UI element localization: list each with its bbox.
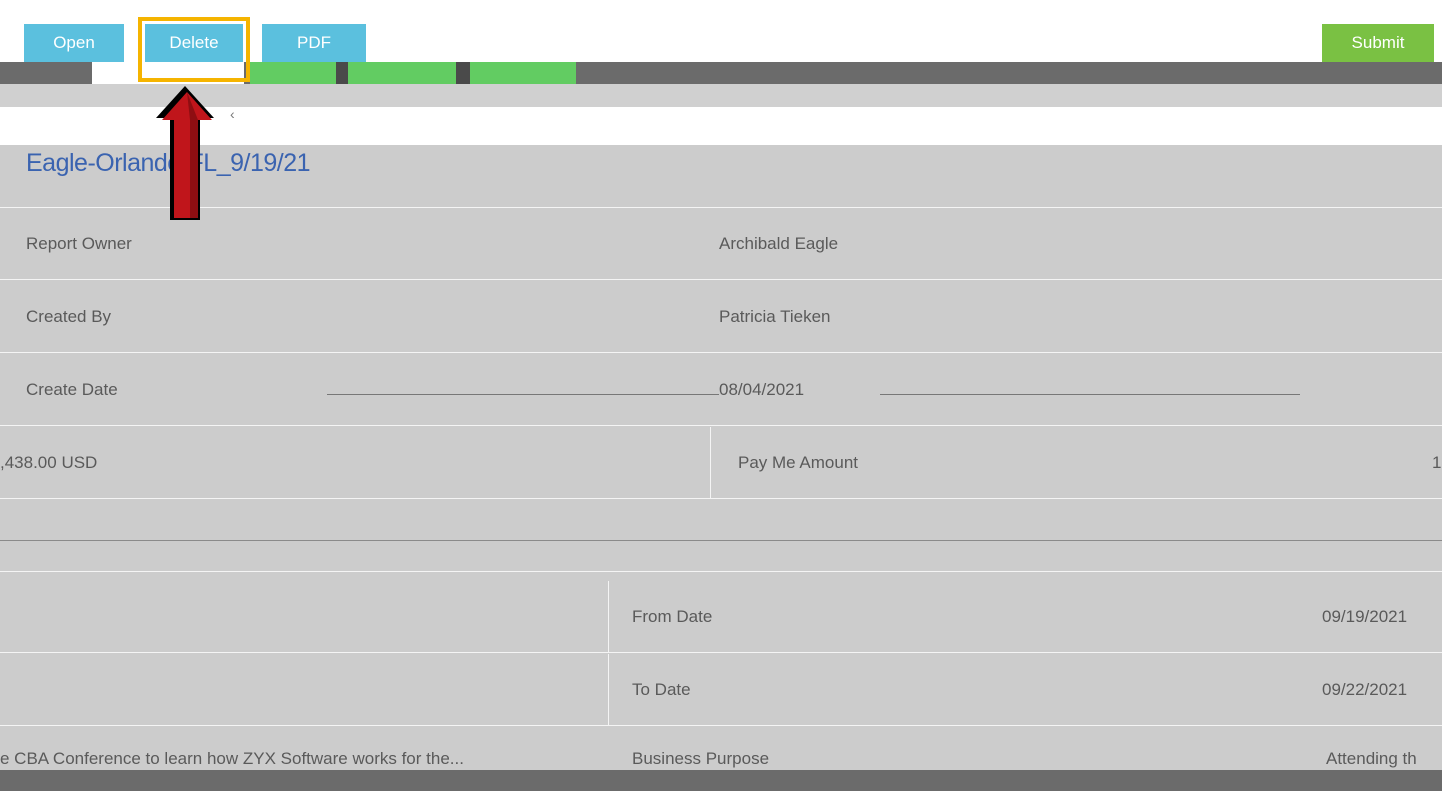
divider-line — [327, 394, 719, 395]
chevron-left-icon[interactable]: ‹ — [230, 106, 235, 122]
nav-tab-active[interactable] — [92, 62, 244, 84]
nav-tab-green-1[interactable] — [250, 62, 336, 84]
nav-bar — [0, 62, 1442, 84]
column-divider — [608, 654, 609, 726]
nav-tab-1[interactable] — [0, 62, 92, 84]
create-date-label: Create Date — [26, 380, 118, 399]
from-date-value: 09/19/2021 — [1322, 607, 1408, 626]
report-owner-label: Report Owner — [26, 234, 132, 253]
up-arrow-annotation-icon — [156, 86, 214, 220]
to-date-label: To Date — [632, 680, 691, 699]
row-create-date: Create Date 08/04/2021 — [0, 354, 1442, 426]
created-by-value: Patricia Tieken — [719, 307, 831, 326]
row-from-date: From Date 09/19/2021 — [0, 581, 1442, 653]
nav-tab-green-3[interactable] — [470, 62, 576, 84]
to-date-value: 09/22/2021 — [1322, 680, 1408, 699]
amount-value: ,438.00 USD — [0, 453, 98, 472]
report-owner-value: Archibald Eagle — [719, 234, 839, 253]
nav-tab-separator — [336, 62, 348, 84]
open-button[interactable]: Open — [24, 24, 124, 62]
report-panel: Eagle-Orlando-FL_9/19/21 Report Owner Ar… — [0, 145, 1442, 791]
row-pay-me-amount: ,438.00 USD Pay Me Amount 1 — [0, 427, 1442, 499]
submit-button[interactable]: Submit — [1322, 24, 1434, 62]
nav-tab-separator-2 — [456, 62, 470, 84]
row-created-by: Created By Patricia Tieken — [0, 281, 1442, 353]
row-to-date: To Date 09/22/2021 — [0, 654, 1442, 726]
pay-me-amount-value: 1 — [1432, 453, 1442, 472]
nav-tab-green-2[interactable] — [348, 62, 456, 84]
divider-line — [880, 394, 1300, 395]
created-by-label: Created By — [26, 307, 112, 326]
divider-line — [0, 540, 1442, 541]
pdf-button[interactable]: PDF — [262, 24, 366, 62]
from-date-label: From Date — [632, 607, 713, 626]
create-date-value: 08/04/2021 — [719, 380, 805, 399]
delete-button[interactable]: Delete — [145, 24, 243, 62]
pay-me-amount-label: Pay Me Amount — [738, 453, 859, 472]
bottom-bar — [0, 770, 1442, 791]
row-partial — [0, 500, 1442, 572]
column-divider — [608, 581, 609, 653]
column-divider — [710, 427, 711, 499]
